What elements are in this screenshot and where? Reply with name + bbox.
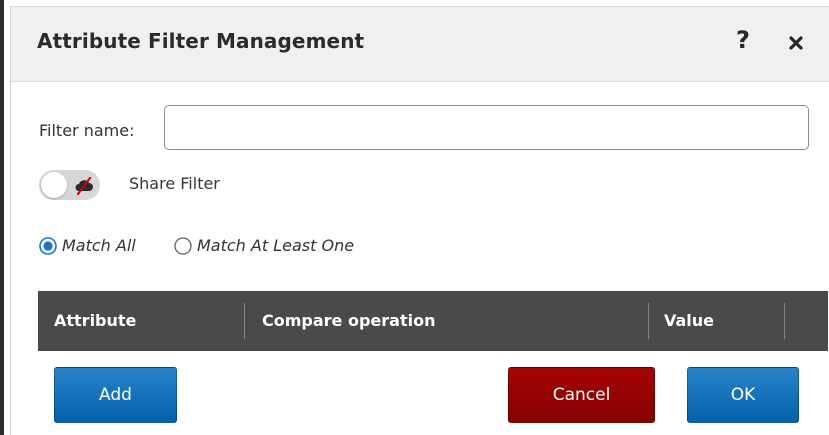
attribute-filter-dialog: Attribute Filter Management ? Filter nam…	[10, 6, 829, 435]
share-filter-toggle[interactable]	[39, 170, 100, 200]
close-button[interactable]	[788, 35, 804, 51]
share-filter-label: Share Filter	[129, 174, 220, 193]
dialog-title: Attribute Filter Management	[37, 29, 365, 53]
column-header-attribute[interactable]: Attribute	[54, 291, 136, 351]
toggle-knob	[41, 172, 67, 198]
match-all-label[interactable]: Match All	[62, 236, 136, 255]
filter-name-input[interactable]	[164, 105, 809, 150]
column-separator	[648, 303, 649, 339]
screen: Attribute Filter Management ? Filter nam…	[0, 0, 829, 435]
window-left-edge	[0, 0, 4, 435]
match-all-radio[interactable]	[39, 237, 57, 255]
column-header-value[interactable]: Value	[664, 291, 714, 351]
match-at-least-one-label[interactable]: Match At Least One	[197, 236, 354, 255]
help-button[interactable]: ?	[733, 26, 753, 54]
add-button[interactable]: Add	[54, 367, 177, 423]
column-header-compare-operation[interactable]: Compare operation	[262, 291, 435, 351]
cloud-slash-icon	[75, 177, 93, 195]
attribute-grid-header: Attribute Compare operation Value	[38, 291, 828, 351]
dialog-titlebar: Attribute Filter Management ?	[11, 7, 829, 82]
match-at-least-one-radio[interactable]	[174, 237, 192, 255]
column-separator	[784, 303, 785, 339]
cancel-button[interactable]: Cancel	[508, 367, 655, 423]
column-separator	[244, 303, 245, 339]
close-icon	[789, 36, 803, 50]
ok-button[interactable]: OK	[687, 367, 799, 423]
filter-name-label: Filter name:	[39, 121, 135, 140]
